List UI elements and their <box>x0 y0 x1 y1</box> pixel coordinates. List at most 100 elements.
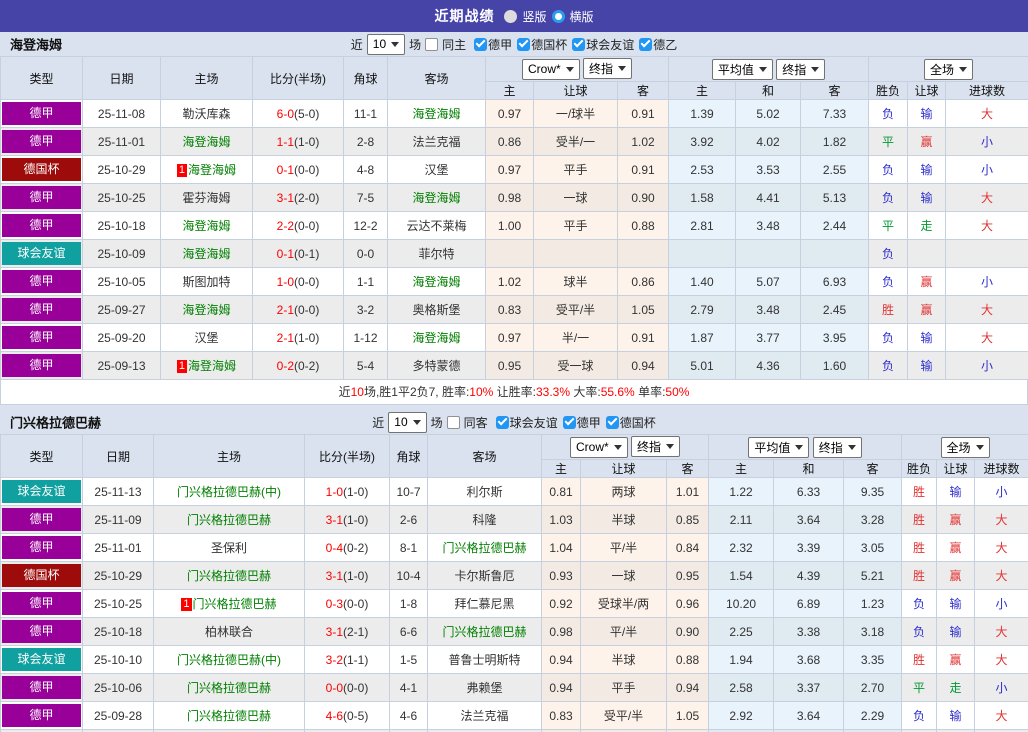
league-checkbox[interactable] <box>639 38 652 51</box>
summary-segment: 大率: <box>570 385 601 399</box>
handicap-home-odds: 1.02 <box>486 268 534 296</box>
scope-select[interactable]: 全场 <box>924 59 973 80</box>
result-handicap: 赢 <box>937 562 975 590</box>
league-checkbox[interactable] <box>563 416 576 429</box>
bookmaker-select[interactable]: Crow* <box>522 59 580 80</box>
league-label: 球会友谊 <box>510 414 558 431</box>
home-team[interactable]: 门兴格拉德巴赫(中) <box>177 653 281 667</box>
league-checkbox[interactable] <box>606 416 619 429</box>
same-venue-checkbox[interactable] <box>425 38 438 51</box>
league-label: 德甲 <box>577 414 601 431</box>
score-cell: 3-1(2-1) <box>305 618 390 646</box>
chevron-down-icon <box>759 67 767 72</box>
corner-score: 1-12 <box>344 324 388 352</box>
away-team[interactable]: 海登海姆 <box>412 331 460 345</box>
away-team[interactable]: 门兴格拉德巴赫 <box>442 625 526 639</box>
handicap-line <box>534 240 618 268</box>
away-team[interactable]: 卡尔斯鲁厄 <box>454 569 514 583</box>
league-badge: 球会友谊 <box>2 242 81 265</box>
home-team[interactable]: 海登海姆 <box>182 247 230 261</box>
home-team[interactable]: 门兴格拉德巴赫 <box>193 597 277 611</box>
final-odds-select-2[interactable]: 终指 <box>776 59 825 80</box>
result-goals: 小 <box>975 674 1028 702</box>
league-checkbox[interactable] <box>517 38 530 51</box>
average-select[interactable]: 平均值 <box>748 437 809 458</box>
final-odds-select[interactable]: 终指 <box>583 58 632 79</box>
away-team[interactable]: 法兰克福 <box>460 709 508 723</box>
avg-draw-odds: 5.02 <box>736 100 801 128</box>
away-team[interactable]: 拜仁慕尼黑 <box>454 597 514 611</box>
away-team[interactable]: 菲尔特 <box>418 247 454 261</box>
handicap-away-odds: 0.94 <box>618 352 669 380</box>
home-team[interactable]: 斯图加特 <box>182 275 230 289</box>
away-team[interactable]: 汉堡 <box>424 163 448 177</box>
horizontal-layout-label[interactable]: 横版 <box>570 8 594 25</box>
away-team[interactable]: 奥格斯堡 <box>412 303 460 317</box>
home-team[interactable]: 门兴格拉德巴赫 <box>187 681 271 695</box>
avg-away-odds: 2.70 <box>844 674 902 702</box>
home-team[interactable]: 门兴格拉德巴赫 <box>187 569 271 583</box>
home-team[interactable]: 海登海姆 <box>188 359 236 373</box>
corner-score: 10-4 <box>390 562 428 590</box>
result-goals: 大 <box>946 100 1028 128</box>
result-goals: 大 <box>975 702 1028 730</box>
scope-select[interactable]: 全场 <box>941 437 990 458</box>
same-venue-checkbox[interactable] <box>447 416 460 429</box>
home-team[interactable]: 柏林联合 <box>205 625 253 639</box>
result-wdl: 胜 <box>902 646 937 674</box>
league-checkbox[interactable] <box>496 416 509 429</box>
halftime-score: (0-0) <box>343 681 368 695</box>
league-badge: 德甲 <box>2 592 81 615</box>
away-team[interactable]: 海登海姆 <box>412 107 460 121</box>
away-team[interactable]: 科隆 <box>472 513 496 527</box>
halftime-score: (5-0) <box>294 107 319 121</box>
away-team[interactable]: 普鲁士明斯特 <box>448 653 520 667</box>
average-select[interactable]: 平均值 <box>712 59 773 80</box>
home-team[interactable]: 门兴格拉德巴赫 <box>187 709 271 723</box>
league-badge: 球会友谊 <box>2 648 81 671</box>
score-cell: 3-1(1-0) <box>305 506 390 534</box>
away-team[interactable]: 海登海姆 <box>412 191 460 205</box>
final-odds-select[interactable]: 终指 <box>631 436 680 457</box>
filter-bar: 近 10 场 同客 球会友谊德甲德国杯 <box>0 410 1028 434</box>
home-team[interactable]: 圣保利 <box>211 541 247 555</box>
away-team[interactable]: 多特蒙德 <box>412 359 460 373</box>
away-team[interactable]: 门兴格拉德巴赫 <box>442 541 526 555</box>
col-header-type: 类型 <box>1 57 83 100</box>
handicap-away-odds: 0.91 <box>618 324 669 352</box>
bookmaker-select[interactable]: Crow* <box>570 437 628 458</box>
recent-count-select[interactable]: 10 <box>367 34 405 55</box>
league-checkbox[interactable] <box>474 38 487 51</box>
away-team[interactable]: 弗赖堡 <box>466 681 502 695</box>
home-team[interactable]: 海登海姆 <box>182 135 230 149</box>
league-badge: 德甲 <box>2 270 81 293</box>
away-team[interactable]: 利尔斯 <box>466 485 502 499</box>
recent-count-select[interactable]: 10 <box>388 412 426 433</box>
home-team[interactable]: 门兴格拉德巴赫(中) <box>177 485 281 499</box>
handicap-line: 平手 <box>534 156 618 184</box>
away-team[interactable]: 海登海姆 <box>412 275 460 289</box>
league-checkbox[interactable] <box>572 38 585 51</box>
away-team[interactable]: 法兰克福 <box>412 135 460 149</box>
vertical-layout-radio[interactable] <box>504 10 517 23</box>
home-team[interactable]: 门兴格拉德巴赫 <box>187 513 271 527</box>
home-team[interactable]: 海登海姆 <box>182 219 230 233</box>
home-team[interactable]: 勒沃库森 <box>182 107 230 121</box>
match-row: 德甲 25-11-09 门兴格拉德巴赫 3-1(1-0) 2-6 科隆 1.03… <box>1 506 1028 534</box>
rank-badge: 1 <box>177 164 187 177</box>
vertical-layout-label[interactable]: 竖版 <box>522 8 546 25</box>
avg-home-odds: 2.79 <box>669 296 736 324</box>
match-date: 25-09-28 <box>83 702 154 730</box>
match-date: 25-09-27 <box>83 296 161 324</box>
score-cell: 0-2(0-2) <box>253 352 344 380</box>
home-team[interactable]: 霍芬海姆 <box>182 191 230 205</box>
final-odds-select-2[interactable]: 终指 <box>813 437 862 458</box>
away-team[interactable]: 云达不莱梅 <box>406 219 466 233</box>
handicap-line: 半球 <box>581 506 667 534</box>
horizontal-layout-radio[interactable] <box>552 10 565 23</box>
result-handicap: 输 <box>937 590 975 618</box>
home-team[interactable]: 海登海姆 <box>182 303 230 317</box>
home-team[interactable]: 汉堡 <box>194 331 218 345</box>
filter-row: 门兴格拉德巴赫 近 10 场 同客 球会友谊德甲德国杯 <box>0 410 1028 434</box>
home-team[interactable]: 海登海姆 <box>188 163 236 177</box>
